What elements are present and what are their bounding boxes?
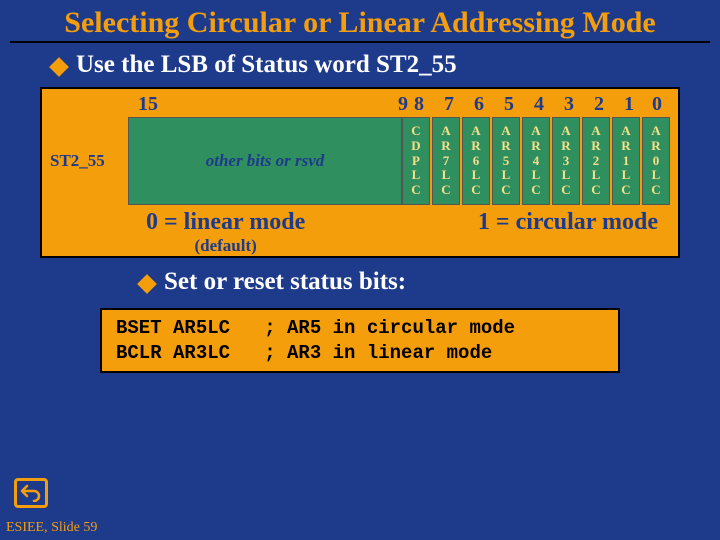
bit-0: 0 [652, 93, 662, 116]
field-bit-5: AR5LC [492, 117, 520, 205]
register-diagram: 15 9 8 7 6 5 4 3 2 1 0 ST2_55 other bits… [40, 87, 680, 258]
field-bit-6: AR6LC [462, 117, 490, 205]
bit-6: 6 [474, 93, 484, 116]
field-char: C [441, 183, 450, 198]
field-char: C [651, 183, 660, 198]
diamond-icon [49, 57, 69, 77]
slide-title: Selecting Circular or Linear Addressing … [10, 0, 710, 43]
field-char: C [411, 183, 420, 198]
field-char: 5 [503, 154, 510, 169]
bit-5: 5 [504, 93, 514, 116]
field-char: R [651, 139, 660, 154]
field-char: C [501, 183, 510, 198]
field-char: A [621, 124, 630, 139]
field-char: L [532, 168, 541, 183]
field-char: R [531, 139, 540, 154]
field-char: R [471, 139, 480, 154]
field-char: A [531, 124, 540, 139]
field-char: A [501, 124, 510, 139]
field-bit-2: AR2LC [582, 117, 610, 205]
field-char: C [591, 183, 600, 198]
field-char: R [621, 139, 630, 154]
bit-8: 8 [414, 93, 424, 116]
field-char: C [621, 183, 630, 198]
field-bit-0: AR0LC [642, 117, 670, 205]
back-button[interactable] [14, 478, 48, 508]
mode-0-default: (default) [146, 236, 305, 256]
bit-15: 15 [138, 93, 158, 116]
field-char: C [531, 183, 540, 198]
register-name: ST2_55 [50, 117, 128, 205]
bit-indices: 15 9 8 7 6 5 4 3 2 1 0 [50, 93, 670, 117]
field-char: 3 [563, 154, 570, 169]
code-example: BSET AR5LC ; AR5 in circular mode BCLR A… [100, 308, 620, 373]
bullet-1-text: Use the LSB of Status word ST2_55 [76, 51, 457, 79]
field-bit-7: AR7LC [432, 117, 460, 205]
field-char: D [411, 139, 420, 154]
bit-3: 3 [564, 93, 574, 116]
field-bit-3: AR3LC [552, 117, 580, 205]
field-char: C [411, 124, 420, 139]
field-char: A [441, 124, 450, 139]
bit-1: 1 [624, 93, 634, 116]
field-bit-4: AR4LC [522, 117, 550, 205]
field-char: 7 [443, 154, 450, 169]
diamond-icon [137, 274, 157, 294]
field-char: 6 [473, 154, 480, 169]
field-char: R [501, 139, 510, 154]
back-u-turn-icon [20, 484, 42, 502]
other-bits-cell: other bits or rsvd [128, 117, 402, 205]
field-char: 0 [653, 154, 660, 169]
field-char: L [652, 168, 661, 183]
field-char: R [591, 139, 600, 154]
field-char: L [412, 168, 421, 183]
field-char: 1 [623, 154, 630, 169]
field-char: 2 [593, 154, 600, 169]
field-char: L [502, 168, 511, 183]
mode-1: 1 = circular mode [478, 209, 658, 236]
slide-footer: ESIEE, Slide 59 [6, 520, 97, 536]
bullet-2: Set or reset status bits: [0, 266, 720, 302]
field-char: 4 [533, 154, 540, 169]
field-char: P [412, 154, 420, 169]
field-char: L [562, 168, 571, 183]
field-bit-8: CDPLC [402, 117, 430, 205]
field-char: L [622, 168, 631, 183]
field-char: A [471, 124, 480, 139]
field-char: A [651, 124, 660, 139]
field-char: C [561, 183, 570, 198]
field-char: L [472, 168, 481, 183]
bullet-2-text: Set or reset status bits: [164, 268, 406, 296]
field-bit-1: AR1LC [612, 117, 640, 205]
bit-9: 9 [398, 93, 408, 116]
bullet-1: Use the LSB of Status word ST2_55 [0, 49, 720, 85]
field-char: R [561, 139, 570, 154]
mode-0: 0 = linear mode [146, 209, 305, 236]
field-char: R [441, 139, 450, 154]
bit-2: 2 [594, 93, 604, 116]
field-char: L [592, 168, 601, 183]
field-char: A [561, 124, 570, 139]
bit-4: 4 [534, 93, 544, 116]
field-char: L [442, 168, 451, 183]
code-line-2: BCLR AR3LC ; AR3 in linear mode [116, 342, 492, 364]
field-char: A [591, 124, 600, 139]
bit-7: 7 [444, 93, 454, 116]
code-line-1: BSET AR5LC ; AR5 in circular mode [116, 317, 515, 339]
field-char: C [471, 183, 480, 198]
